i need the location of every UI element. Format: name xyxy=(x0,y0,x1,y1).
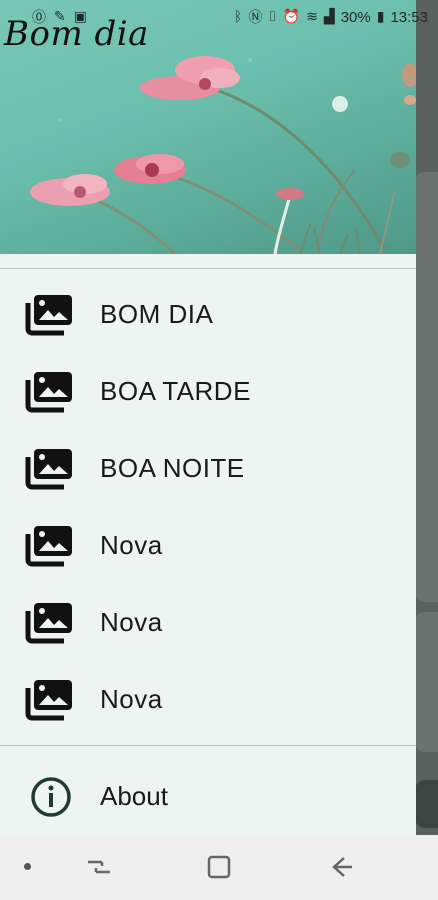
menu-item-boa-noite[interactable]: BOA NOITE xyxy=(0,430,416,507)
background-card xyxy=(415,612,438,752)
menu-item-bom-dia[interactable]: BOM DIA xyxy=(0,276,416,353)
image-collection-icon xyxy=(20,600,76,646)
wifi-icon: ≋ xyxy=(306,9,318,25)
menu-item-label: Nova xyxy=(100,607,163,637)
menu-item-label: BOM DIA xyxy=(100,299,214,329)
menu-item-label: BOA NOITE xyxy=(100,453,245,483)
pink-flower xyxy=(30,174,110,206)
clock: 13:53 xyxy=(390,8,428,26)
dot-icon[interactable] xyxy=(24,863,31,870)
menu-item-nova[interactable]: Nova xyxy=(0,507,416,584)
menu-item-nova[interactable]: Nova xyxy=(0,584,416,661)
pink-flower xyxy=(114,154,186,184)
back-icon[interactable] xyxy=(328,853,356,886)
menu-item-label: BOA TARDE xyxy=(100,376,251,406)
info-icon xyxy=(28,774,74,820)
divider xyxy=(0,745,416,746)
image-collection-icon xyxy=(20,292,76,338)
bluetooth-icon: ᛒ xyxy=(233,9,243,25)
battery-icon: ▮ xyxy=(376,9,385,25)
notification-icon-1: ⓪ xyxy=(32,10,46,26)
background-card xyxy=(415,172,438,602)
image-collection-icon xyxy=(20,523,76,569)
system-nav-bar xyxy=(0,835,438,900)
notification-icon-3: ▣ xyxy=(73,9,87,25)
signal-icon: ▟ xyxy=(323,9,335,25)
alarm-icon: ⏰ xyxy=(282,9,301,25)
home-icon[interactable] xyxy=(205,853,233,886)
vibrate-icon: ⌷ xyxy=(268,9,277,25)
menu-item-about[interactable]: About xyxy=(0,758,416,835)
divider xyxy=(0,268,416,269)
menu-item-nova[interactable]: Nova xyxy=(0,661,416,738)
about-label: About xyxy=(100,781,168,811)
image-collection-icon xyxy=(20,369,76,415)
nfc-icon: Ⓝ xyxy=(248,10,263,26)
image-collection-icon xyxy=(20,446,76,492)
status-bar: ⓪ ✎ ▣ ᛒ Ⓝ ⌷ ⏰ ≋ ▟ 30% ▮ 13:53 xyxy=(0,0,438,34)
drawer-header: Bom dia xyxy=(0,0,416,254)
dimmed-app-content xyxy=(415,0,438,835)
background-card xyxy=(415,780,438,828)
navigation-drawer: Bom dia BOM DIA BOA TARDE BOA NOITE Nova… xyxy=(0,0,416,835)
battery-percent: 30% xyxy=(340,8,371,26)
image-collection-icon xyxy=(20,677,76,723)
menu-item-boa-tarde[interactable]: BOA TARDE xyxy=(0,353,416,430)
recent-apps-icon[interactable] xyxy=(84,853,112,886)
drawer-menu: BOM DIA BOA TARDE BOA NOITE Nova Nova No… xyxy=(0,276,416,738)
notification-icon-2: ✎ xyxy=(54,9,66,25)
menu-item-label: Nova xyxy=(100,684,163,714)
menu-item-label: Nova xyxy=(100,530,163,560)
